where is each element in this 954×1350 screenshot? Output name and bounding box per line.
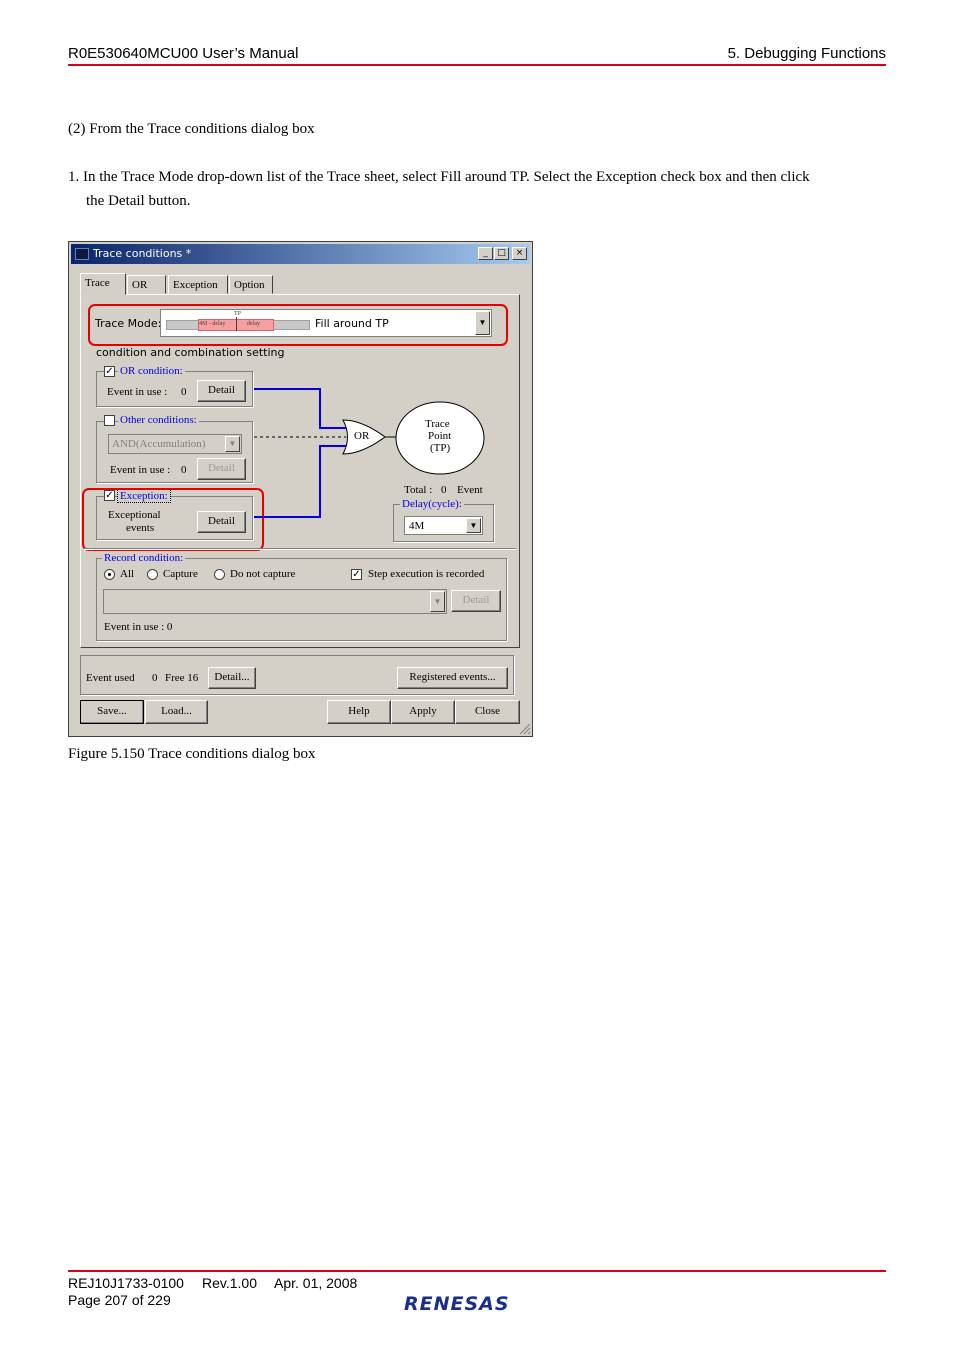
trace-point-line2: Point <box>428 430 452 442</box>
footer-rule <box>68 1270 886 1272</box>
footer-date: Apr. 01, 2008 <box>274 1275 358 1291</box>
total-unit: Event <box>457 484 483 496</box>
record-event-in-use: Event in use : 0 <box>104 621 173 633</box>
record-capture-label: Capture <box>163 568 198 580</box>
total-label: Total : <box>404 484 433 496</box>
delay-label: Delay(cycle): <box>400 498 464 510</box>
condition-diagram <box>254 388 485 518</box>
step-execution-label: Step execution is recorded <box>368 568 485 580</box>
load-button[interactable]: Load... <box>145 700 208 724</box>
footer-rev: Rev.1.00 <box>202 1275 257 1291</box>
trace-point-line3: (TP) <box>430 442 451 454</box>
record-condition-label: Record condition: <box>102 552 186 564</box>
delay-select[interactable]: 4M ▼ <box>404 516 483 535</box>
footer-page: Page 207 of 229 <box>68 1292 171 1308</box>
record-all-radio[interactable] <box>104 569 115 580</box>
chevron-down-icon[interactable]: ▼ <box>430 591 445 612</box>
apply-button[interactable]: Apply <box>391 700 455 724</box>
record-capture-radio[interactable] <box>147 569 158 580</box>
figure-caption: Figure 5.150 Trace conditions dialog box <box>68 746 316 762</box>
step-execution-checkbox[interactable]: ✓ <box>351 569 362 580</box>
registered-events-button[interactable]: Registered events... <box>397 667 508 689</box>
panel-divider <box>84 548 516 550</box>
close-button[interactable]: Close <box>455 700 520 724</box>
wires <box>254 388 348 518</box>
exception-wire <box>254 445 348 518</box>
record-no-capture-radio[interactable] <box>214 569 225 580</box>
record-no-capture-label: Do not capture <box>230 568 296 580</box>
or-wire <box>254 388 348 429</box>
resize-grip-icon[interactable] <box>518 722 531 735</box>
chevron-down-icon[interactable]: ▼ <box>466 518 481 533</box>
total-count: 0 <box>441 484 447 496</box>
footer-doc-id: REJ10J1733-0100 <box>68 1275 184 1291</box>
event-free-count: Free 16 <box>165 672 199 684</box>
tab-trace-label: Trace <box>85 277 110 289</box>
or-gate-label: OR <box>354 430 370 442</box>
save-button[interactable]: Save... <box>80 700 144 724</box>
event-used-count: 0 <box>152 672 158 684</box>
help-button[interactable]: Help <box>327 700 391 724</box>
delay-value: 4M <box>409 520 425 532</box>
record-all-label: All <box>120 568 135 580</box>
tab-trace[interactable]: Trace <box>80 273 126 295</box>
event-detail-button[interactable]: Detail... <box>208 667 256 689</box>
record-detail-button[interactable]: Detail <box>451 590 501 612</box>
event-used-label: Event used <box>86 672 135 684</box>
record-event-select[interactable]: ▼ <box>103 589 447 614</box>
renesas-logo: RENESAS <box>404 1293 510 1315</box>
trace-point-line1: Trace <box>425 418 450 430</box>
